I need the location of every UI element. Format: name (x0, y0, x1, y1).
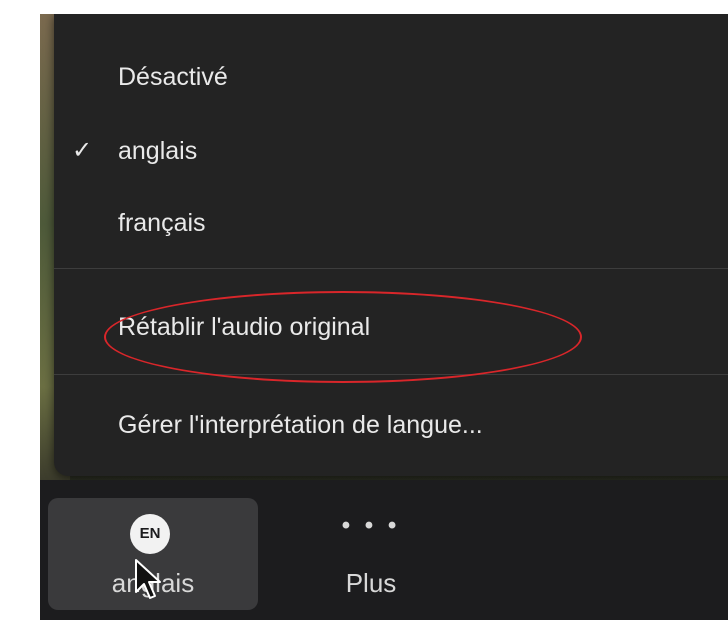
language-badge-icon: EN (130, 514, 170, 554)
more-button[interactable]: • • • Plus (266, 498, 476, 610)
more-button-label: Plus (345, 568, 397, 598)
more-dots-icon: • • • (341, 512, 401, 539)
interpretation-menu: Désactivé ✓ anglais français Rétablir l'… (54, 14, 728, 476)
menu-separator (54, 268, 728, 269)
menu-item-label: Gérer l'interprétation de langue... (118, 411, 483, 439)
menu-item-label: Rétablir l'audio original (118, 313, 371, 341)
menu-item-label: français (118, 209, 206, 237)
menu-item-label: anglais (118, 137, 198, 165)
checkmark-icon: ✓ (72, 137, 93, 164)
menu-item-label: Désactivé (118, 63, 228, 91)
menu-separator (54, 374, 728, 375)
mouse-cursor-icon (135, 559, 161, 599)
